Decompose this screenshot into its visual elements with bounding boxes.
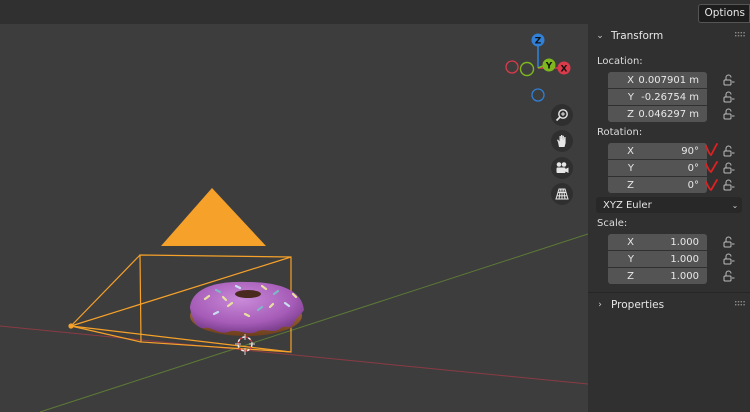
unlock-icon[interactable] xyxy=(723,179,735,191)
scale-x-field[interactable]: X 1.000 xyxy=(608,234,707,250)
field-value: 0° xyxy=(687,179,699,191)
field-value: 90° xyxy=(681,145,699,157)
gizmo-neg-y-axis[interactable] xyxy=(519,61,535,77)
properties-panel-title: Properties xyxy=(611,299,665,311)
y-axis-line xyxy=(39,233,588,412)
field-value: 0.046297 m xyxy=(638,108,699,120)
3d-cursor[interactable] xyxy=(235,334,255,355)
camera-up-triangle xyxy=(161,188,266,246)
field-axis-label: Y xyxy=(627,253,634,265)
unlock-icon[interactable] xyxy=(723,236,735,248)
red-check-mark-icon xyxy=(705,143,718,157)
unlock-icon[interactable] xyxy=(723,145,735,157)
field-axis-label: Z xyxy=(627,270,634,282)
field-axis-label: Y xyxy=(627,91,634,103)
chevron-down-icon: ⌄ xyxy=(731,200,739,210)
navigation-gizmo[interactable]: Z Y X xyxy=(505,33,571,102)
x-axis-line xyxy=(0,325,588,385)
transform-panel-title: Transform xyxy=(611,30,664,42)
drag-grip-icon[interactable] xyxy=(735,301,745,307)
camera-view-icon[interactable] xyxy=(551,157,573,179)
location-x-field[interactable]: X 0.007901 m xyxy=(608,72,707,88)
location-y-field[interactable]: Y -0.26754 m xyxy=(608,89,707,105)
rotation-x-field[interactable]: X 90° xyxy=(608,143,707,159)
field-value: 0° xyxy=(687,162,699,174)
rotation-mode-dropdown[interactable]: XYZ Euler ⌄ xyxy=(596,197,742,213)
unlock-icon[interactable] xyxy=(723,253,735,265)
unlock-icon[interactable] xyxy=(723,74,735,86)
chevron-down-icon: ⌄ xyxy=(596,31,604,41)
gizmo-y-label: Y xyxy=(545,62,553,72)
gizmo-z-label: Z xyxy=(535,37,542,47)
viewport-scene: Z Y X xyxy=(0,33,588,412)
red-check-mark-icon xyxy=(705,161,718,174)
donut-object[interactable] xyxy=(190,281,304,336)
gizmo-x-label: X xyxy=(561,65,568,75)
scale-y-field[interactable]: Y 1.000 xyxy=(608,251,707,267)
red-check-mark-icon xyxy=(705,179,718,192)
rotation-y-field[interactable]: Y 0° xyxy=(608,160,707,176)
unlock-icon[interactable] xyxy=(723,162,735,174)
field-value: -0.26754 m xyxy=(641,91,699,103)
field-value: 1.000 xyxy=(670,236,699,248)
field-axis-label: Z xyxy=(627,179,634,191)
grid-perspective-icon[interactable] xyxy=(551,183,573,205)
viewport-header: Options xyxy=(0,0,750,24)
properties-panel-header[interactable]: › Properties xyxy=(590,294,748,316)
unlock-icon[interactable] xyxy=(723,91,735,103)
field-axis-label: Y xyxy=(627,162,634,174)
panel-divider xyxy=(588,292,750,293)
field-axis-label: Z xyxy=(627,108,634,120)
gizmo-neg-z-axis[interactable] xyxy=(531,88,545,102)
field-axis-label: X xyxy=(627,236,634,248)
scale-z-field[interactable]: Z 1.000 xyxy=(608,268,707,284)
options-button[interactable]: Options xyxy=(698,4,750,23)
3d-viewport[interactable]: Z Y X xyxy=(0,24,588,412)
field-axis-label: X xyxy=(627,145,634,157)
scale-label: Scale: xyxy=(597,218,628,229)
gizmo-neg-x-axis[interactable] xyxy=(505,60,519,74)
rotation-z-field[interactable]: Z 0° xyxy=(608,177,707,193)
zoom-icon[interactable] xyxy=(551,104,573,126)
unlock-icon[interactable] xyxy=(723,108,735,120)
transform-panel-header[interactable]: ⌄ Transform xyxy=(590,25,748,47)
rotation-mode-value: XYZ Euler xyxy=(603,199,652,211)
location-label: Location: xyxy=(597,56,643,67)
drag-grip-icon[interactable] xyxy=(735,32,745,38)
location-z-field[interactable]: Z 0.046297 m xyxy=(608,106,707,122)
unlock-icon[interactable] xyxy=(723,270,735,282)
field-axis-label: X xyxy=(627,74,634,86)
field-value: 1.000 xyxy=(670,253,699,265)
field-value: 0.007901 m xyxy=(638,74,699,86)
hand-pan-icon[interactable] xyxy=(551,130,573,152)
chevron-right-icon: › xyxy=(598,300,602,310)
rotation-label: Rotation: xyxy=(597,127,643,138)
field-value: 1.000 xyxy=(670,270,699,282)
